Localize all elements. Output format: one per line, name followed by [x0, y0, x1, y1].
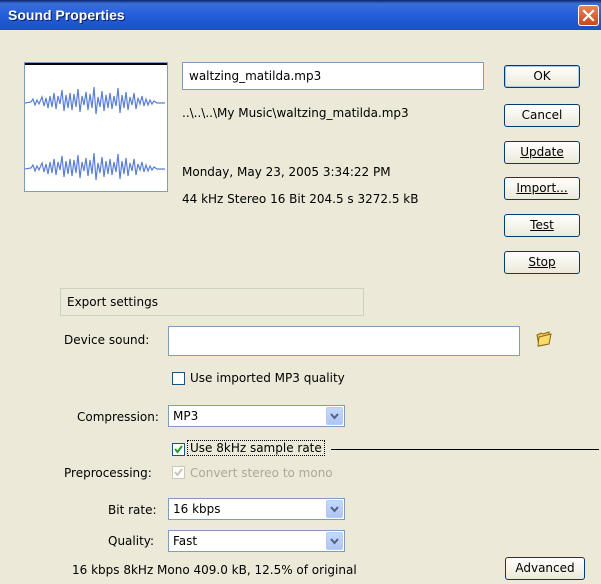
export-settings-group: Export settings	[60, 288, 364, 316]
quality-select[interactable]: Fast	[168, 530, 345, 552]
export-settings-label: Export settings	[67, 295, 158, 309]
test-button-label: Test	[530, 218, 554, 232]
file-name-field[interactable]: waltzing_matilda.mp3	[182, 62, 484, 90]
bitrate-label: Bit rate:	[108, 503, 157, 517]
quality-dropdown-button[interactable]	[326, 532, 343, 550]
device-sound-field[interactable]	[168, 326, 520, 356]
convert-stereo-checkbox[interactable]	[172, 466, 185, 479]
close-button[interactable]	[578, 5, 599, 26]
compression-select[interactable]: MP3	[168, 405, 345, 427]
window-title: Sound Properties	[8, 7, 125, 23]
chevron-down-icon	[330, 413, 339, 420]
file-path: ..\..\..\My Music\waltzing_matilda.mp3	[182, 106, 409, 120]
stop-button[interactable]: Stop	[504, 251, 580, 274]
compression-value: MP3	[173, 409, 199, 423]
bitrate-dropdown-button[interactable]	[326, 500, 343, 518]
use-imported-mp3-label: Use imported MP3 quality	[190, 371, 345, 385]
quality-label: Quality:	[108, 534, 155, 548]
checkmark-icon	[174, 468, 183, 477]
callout-line	[331, 449, 599, 450]
folder-icon	[536, 331, 552, 347]
import-button[interactable]: Import...	[504, 177, 580, 200]
cancel-button[interactable]: Cancel	[504, 104, 580, 127]
import-button-label: Import...	[516, 181, 568, 195]
checkmark-icon	[174, 445, 183, 454]
update-button-label: Update	[520, 145, 564, 159]
stop-button-label: Stop	[528, 255, 556, 269]
use-imported-mp3-checkbox[interactable]	[172, 372, 185, 385]
compression-label: Compression:	[77, 410, 159, 424]
bitrate-value: 16 kbps	[173, 502, 221, 516]
chevron-down-icon	[330, 506, 339, 513]
export-summary: 16 kbps 8kHz Mono 409.0 kB, 12.5% of ori…	[72, 563, 357, 577]
compression-dropdown-button[interactable]	[326, 407, 343, 425]
device-sound-label: Device sound:	[64, 333, 150, 347]
browse-folder-button[interactable]	[535, 330, 553, 348]
preprocessing-label: Preprocessing:	[64, 466, 152, 480]
file-info: 44 kHz Stereo 16 Bit 204.5 s 3272.5 kB	[182, 192, 419, 206]
update-button[interactable]: Update	[504, 141, 580, 164]
file-date: Monday, May 23, 2005 3:34:22 PM	[182, 165, 391, 179]
advanced-button[interactable]: Advanced	[505, 557, 585, 580]
file-name-value: waltzing_matilda.mp3	[189, 69, 322, 83]
waveform-preview	[24, 62, 168, 192]
title-bar: Sound Properties	[0, 0, 601, 30]
close-icon	[582, 9, 595, 22]
convert-stereo-label: Convert stereo to mono	[190, 466, 333, 480]
ok-button[interactable]: OK	[504, 65, 580, 88]
waveform-graphic	[25, 86, 165, 181]
test-button[interactable]: Test	[504, 214, 580, 237]
quality-value: Fast	[173, 534, 198, 548]
bitrate-select[interactable]: 16 kbps	[168, 498, 345, 520]
chevron-down-icon	[330, 538, 339, 545]
use-8khz-checkbox[interactable]	[172, 443, 185, 456]
use-8khz-label: Use 8kHz sample rate	[187, 440, 325, 456]
